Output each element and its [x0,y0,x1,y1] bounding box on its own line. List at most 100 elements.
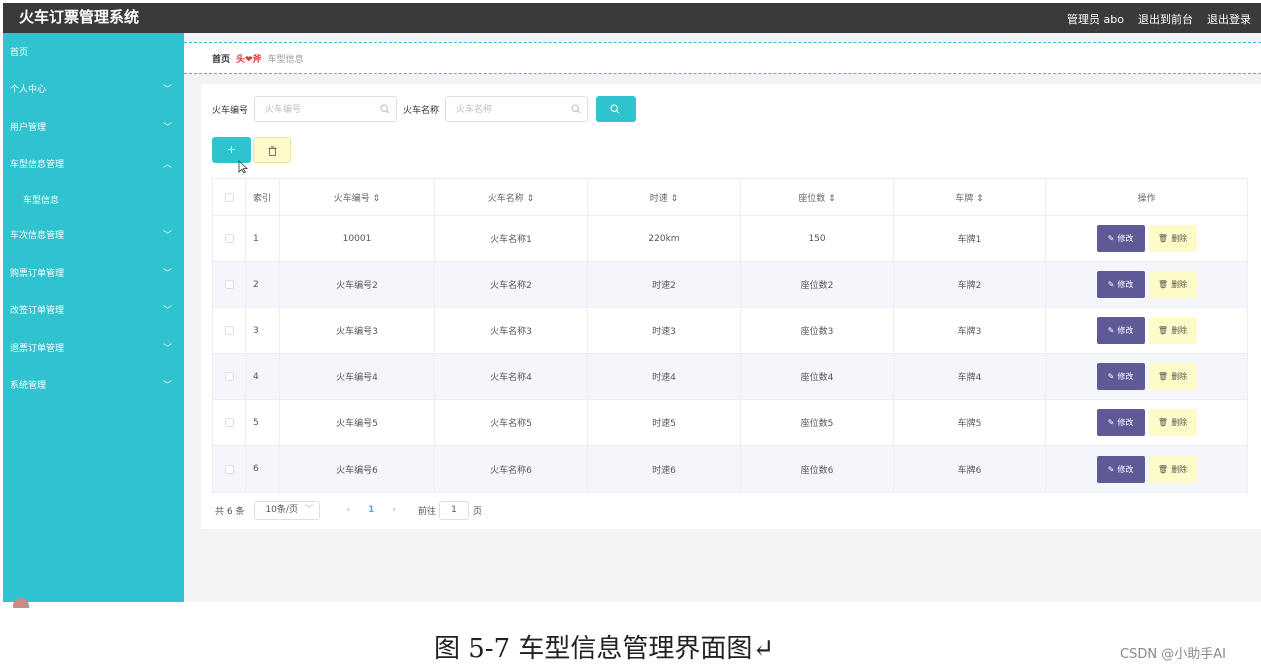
exit-to-front-link[interactable]: 退出到前台 [1138,11,1193,27]
sidebar-item-change-order-management[interactable]: 改签订单管理 ﹀ [3,296,184,326]
row-checkbox[interactable] [224,234,234,243]
row-checkbox[interactable] [224,372,234,381]
page-size-select[interactable]: 10条/页 ﹀ [254,500,321,520]
cell-speed: 220km [588,216,741,261]
chevron-down-icon: ﹀ [162,85,172,95]
cell-speed: 时速5 [588,400,741,445]
trash-icon: 🗑 [1157,464,1169,474]
cell-plate: 车牌1 [894,216,1046,261]
cell-index: 6 [246,446,280,492]
delete-button[interactable]: 🗑 删除 [1148,225,1197,252]
watermark: CSDN @小助手AI [1120,647,1226,662]
sidebar-item-label: 改签订单管理 [10,306,65,316]
row-checkbox[interactable] [224,464,234,474]
sidebar-item-refund-order-management[interactable]: 退票订单管理 ﹀ [3,334,184,364]
trash-icon: 🗑 [1157,234,1169,243]
cell-index: 2 [246,262,280,307]
sidebar-item-home[interactable]: 首页 [3,38,184,68]
column-header-train-no[interactable]: 火车编号 ⇕ [280,179,435,215]
train-no-input[interactable] [255,98,397,122]
sidebar-subitem-train-type-info[interactable]: 车型信息 [3,186,184,216]
cell-plate: 车牌4 [894,354,1046,399]
cell-actions: ✎ 修改 🗑 删除 [1046,400,1247,445]
sidebar-item-label: 车型信息 [23,196,60,206]
chevron-down-icon: ﹀ [304,504,314,515]
pagination-total: 共 6 条 [215,506,245,517]
floating-avatar-icon[interactable] [13,598,29,608]
next-page-icon[interactable]: › [392,505,396,515]
delete-button[interactable]: 🗑 删除 [1148,409,1197,436]
column-header-speed[interactable]: 时速 ⇕ [588,179,741,215]
sidebar-item-train-schedule-management[interactable]: 车次信息管理 ﹀ [3,221,184,251]
figure-caption: 图 5-7 车型信息管理界面图↵ [434,634,775,664]
train-type-table: 索引 火车编号 ⇕ 火车名称 ⇕ 时速 ⇕ 座位数 ⇕ 车牌 ⇕ 操作 1 100… [212,178,1248,493]
breadcrumb: 首页 头❤斧 车型信息 [212,52,304,65]
cell-plate: 车牌2 [894,262,1046,307]
row-select-cell [213,400,246,445]
cell-train-no: 火车编号6 [280,446,435,492]
column-header-index: 索引 [246,179,280,215]
column-header-seats[interactable]: 座位数 ⇕ [741,179,894,215]
sidebar-item-personal-center[interactable]: 个人中心 ﹀ [3,75,184,105]
chevron-down-icon: ﹀ [162,269,172,279]
column-header-train-name[interactable]: 火车名称 ⇕ [435,179,588,215]
edit-button[interactable]: ✎ 修改 [1096,363,1145,390]
chevron-down-icon: ﹀ [162,123,172,133]
chevron-down-icon: ﹀ [162,231,172,241]
cell-train-name: 火车名称6 [435,446,588,492]
cell-train-name: 火车名称3 [435,308,588,353]
cell-plate: 车牌3 [894,308,1046,353]
breadcrumb-home[interactable]: 首页 [212,52,230,65]
top-links: 管理员 abo 退出到前台 退出登录 [1067,11,1251,27]
sidebar-item-ticket-order-management[interactable]: 购票订单管理 ﹀ [3,259,184,289]
goto-page-input[interactable]: 1 [438,500,469,520]
train-no-field [254,96,398,122]
cell-speed: 时速4 [588,354,741,399]
page-suffix-label: 页 [472,506,482,517]
prev-page-icon[interactable]: ‹ [346,505,350,515]
edit-button[interactable]: ✎ 修改 [1096,317,1145,344]
cell-train-name: 火车名称5 [435,400,588,445]
select-all-checkbox[interactable] [224,192,234,202]
cell-train-name: 火车名称4 [435,354,588,399]
edit-label: 修改 [1117,372,1134,381]
delete-button[interactable]: 🗑 删除 [1148,363,1197,390]
row-checkbox[interactable] [224,280,234,289]
page-size-value: 10条/页 [265,504,298,515]
delete-label: 删除 [1171,234,1188,243]
edit-button[interactable]: ✎ 修改 [1096,271,1145,298]
table-row: 5 火车编号5 火车名称5 时速5 座位数5 车牌5 ✎ 修改 🗑 删除 [213,400,1247,446]
column-header-actions: 操作 [1137,193,1156,204]
column-header-plate[interactable]: 车牌 ⇕ [894,179,1046,215]
sidebar-item-train-type-management[interactable]: 车型信息管理 ︿ [3,150,184,180]
edit-button[interactable]: ✎ 修改 [1096,455,1145,483]
train-name-label: 火车名称 [403,105,440,116]
search-icon [380,104,390,114]
row-checkbox[interactable] [224,326,234,335]
search-form: 火车编号 火车名称 [212,94,637,124]
delete-button[interactable]: 🗑 删除 [1148,317,1197,344]
train-name-input[interactable] [446,98,588,122]
sidebar-item-label: 车次信息管理 [10,231,65,241]
train-no-label: 火车编号 [212,105,249,116]
row-checkbox[interactable] [224,418,234,427]
batch-delete-button[interactable] [253,137,291,163]
page-number-current[interactable]: 1 [368,505,374,515]
edit-button[interactable]: ✎ 修改 [1096,225,1145,252]
edit-icon: ✎ [1107,418,1115,427]
logout-link[interactable]: 退出登录 [1207,11,1251,27]
delete-button[interactable]: 🗑 删除 [1148,455,1197,483]
sidebar-item-system-management[interactable]: 系统管理 ﹀ [3,371,184,401]
sidebar-item-label: 车型信息管理 [10,160,65,170]
chevron-down-icon: ﹀ [162,344,172,354]
delete-label: 删除 [1171,464,1188,474]
cell-speed: 时速3 [588,308,741,353]
edit-label: 修改 [1117,326,1134,335]
edit-icon: ✎ [1107,326,1115,335]
delete-button[interactable]: 🗑 删除 [1148,271,1197,298]
edit-button[interactable]: ✎ 修改 [1096,409,1145,436]
content-panel: 火车编号 火车名称 + [201,84,1261,529]
search-button[interactable] [596,96,637,122]
sidebar-item-user-management[interactable]: 用户管理 ﹀ [3,113,184,143]
cell-seats: 座位数4 [741,354,894,399]
